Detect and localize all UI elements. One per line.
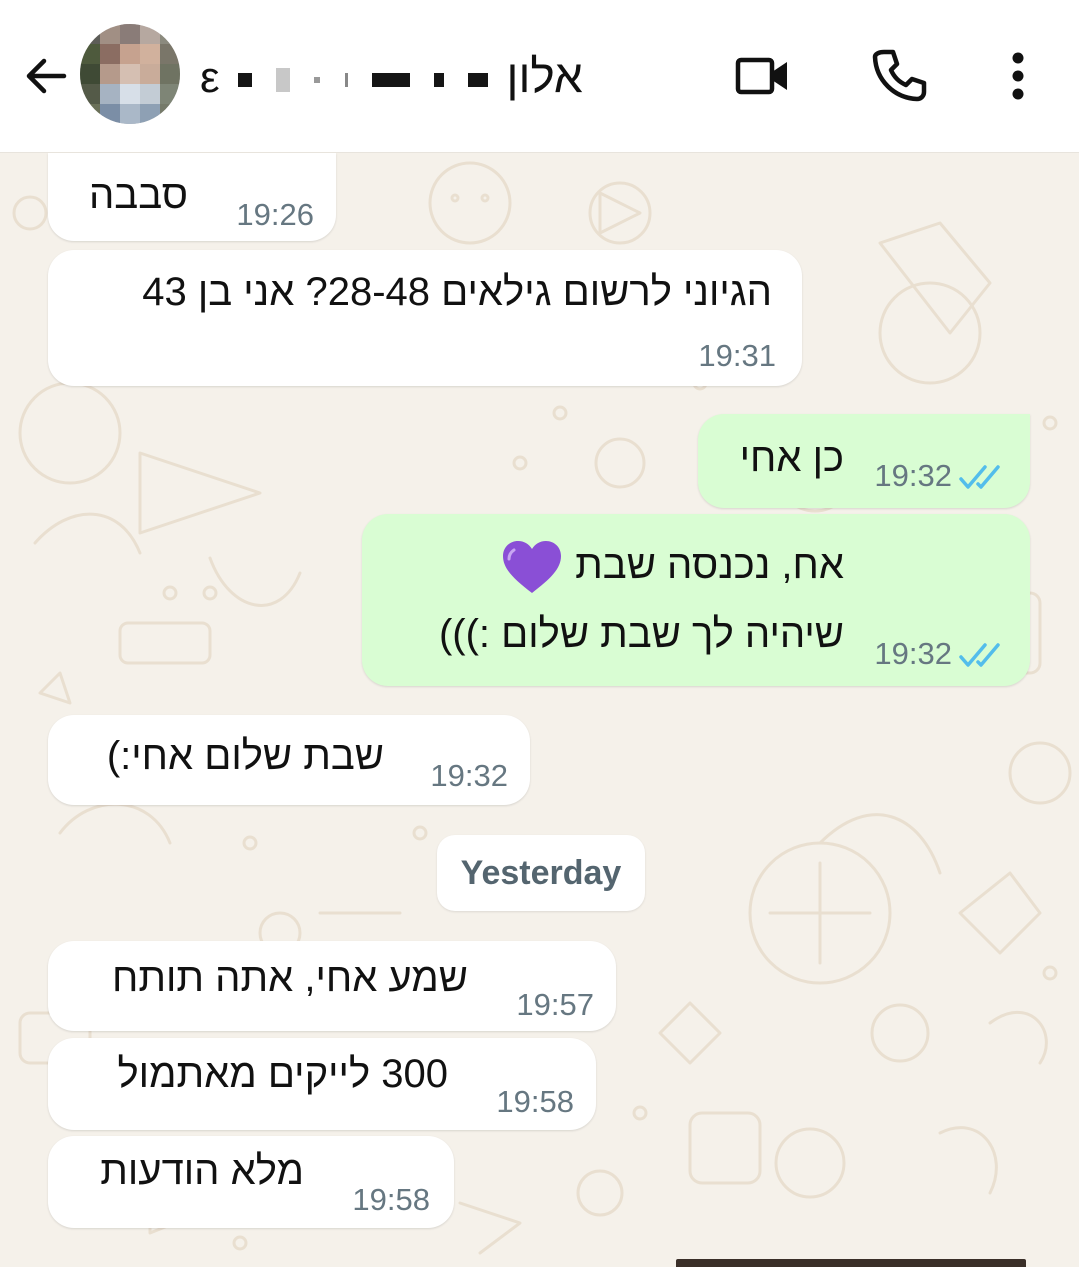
redacted-block [314,77,321,84]
phone-icon[interactable] [866,44,930,108]
message-text-line2: שיהיה לך שבת שלום :))) [438,612,844,656]
message-bubble-incoming[interactable]: שמע אחי, אתה תותח 19:57 [48,941,616,1031]
message-bubble-incoming[interactable]: מלא הודעות 19:58 [48,1136,454,1228]
message-text: הגיוני לרשום גילאים 28-48? אני בן 43 [142,270,772,314]
redacted-block [237,73,252,88]
message-text: מלא הודעות [100,1149,304,1193]
redacted-block [468,73,489,88]
redacted-block [276,68,291,93]
message-time: 19:26 [236,197,314,232]
redacted-block [344,73,348,88]
avatar[interactable] [80,24,180,124]
message-bubble-incoming[interactable]: 300 לייקים מאתמול 19:58 [48,1038,596,1130]
message-line: אח, נכנסה שבת [575,543,844,587]
message-bubble-incoming[interactable]: שבת שלום אחי:) 19:32 [48,715,530,805]
message-time: 19:32 [874,636,952,671]
arrow-left-icon[interactable] [20,50,72,102]
message-text: כן אחי [739,436,844,480]
double-check-read-icon [959,643,1000,667]
redacted-block [371,73,410,88]
message-bubble-outgoing[interactable]: כן אחי 19:32 [698,414,1030,508]
message-time: 19:58 [352,1182,430,1217]
double-check-read-icon [959,465,1000,489]
message-time: 19:32 [430,758,508,793]
redacted-block [434,73,445,88]
message-text-line1: אח, נכנסה שבת [500,539,844,595]
message-text: שמע אחי, אתה תותח [112,956,468,1000]
message-time: 19:58 [496,1084,574,1119]
contact-name[interactable]: אלון ε [200,38,640,114]
more-vertical-icon[interactable] [986,44,1050,108]
message-time: 19:32 [874,458,952,493]
contact-name-tail: ε [200,53,220,102]
message-text: 300 לייקים מאתמול [117,1052,448,1096]
message-bubble-incoming[interactable]: סבבה 19:26 [48,153,336,241]
purple-heart-icon [503,541,561,594]
date-separator: Yesterday [437,835,645,911]
message-time: 19:31 [698,338,776,373]
message-text: סבבה [88,173,188,217]
contact-name-text: אלון [506,50,583,102]
message-text: שבת שלום אחי:) [106,734,384,778]
chat-area[interactable]: סבבה 19:26 הגיוני לרשום גילאים 28-48? אנ… [0,153,1079,1267]
media-thumbnail-edge[interactable] [676,1259,1026,1267]
message-time: 19:57 [516,987,594,1022]
message-bubble-incoming[interactable]: הגיוני לרשום גילאים 28-48? אני בן 43 19:… [48,250,802,386]
video-camera-icon[interactable] [730,44,794,108]
chat-header: אלון ε [0,0,1079,153]
message-bubble-outgoing[interactable]: אח, נכנסה שבת שיהיה לך שבת שלום :))) 19:… [362,514,1030,686]
